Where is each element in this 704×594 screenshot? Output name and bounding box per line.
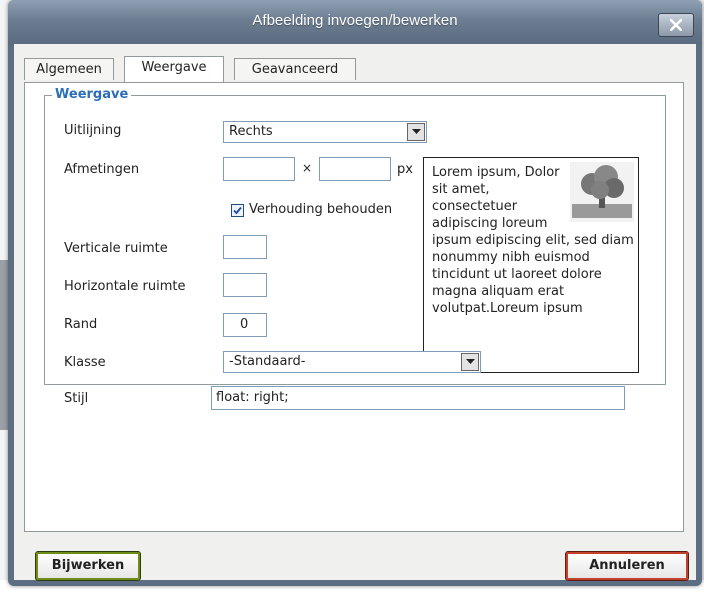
chevron-down-icon bbox=[411, 129, 421, 134]
alignment-select[interactable]: Rechts bbox=[223, 121, 427, 143]
tab-panel-weergave: Weergave Uitlijning Rechts Afmetingen × … bbox=[24, 82, 684, 532]
update-button[interactable]: Bijwerken bbox=[35, 551, 141, 581]
class-label: Klasse bbox=[64, 355, 106, 370]
hspace-input[interactable] bbox=[223, 273, 267, 297]
tab-algemeen[interactable]: Algemeen bbox=[24, 58, 114, 80]
image-dialog: Afbeelding invoegen/bewerken Algemeen We… bbox=[8, 0, 702, 586]
cancel-button[interactable]: Annuleren bbox=[565, 551, 689, 581]
close-button[interactable] bbox=[658, 13, 694, 37]
keep-ratio-label[interactable]: Verhouding behouden bbox=[249, 202, 392, 217]
dimensions-unit: px bbox=[397, 162, 413, 177]
vspace-label: Verticale ruimte bbox=[64, 241, 168, 256]
dialog-body: Algemeen Weergave Geavanceerd Weergave U… bbox=[14, 44, 696, 581]
style-label: Stijl bbox=[64, 391, 89, 406]
height-input[interactable] bbox=[319, 157, 391, 181]
keep-ratio-checkbox[interactable] bbox=[231, 204, 244, 217]
tree-image-icon bbox=[570, 162, 634, 222]
chevron-down-icon bbox=[465, 359, 475, 364]
class-select[interactable]: -Standaard- bbox=[223, 351, 481, 373]
dimensions-label: Afmetingen bbox=[64, 162, 140, 177]
class-dropdown-arrow[interactable] bbox=[461, 353, 479, 371]
fieldset-legend: Weergave bbox=[52, 87, 132, 102]
style-input[interactable]: float: right; bbox=[211, 386, 625, 410]
alignment-value: Rechts bbox=[229, 124, 273, 139]
checkmark-icon bbox=[233, 206, 242, 215]
vspace-input[interactable] bbox=[223, 235, 267, 259]
class-value: -Standaard- bbox=[229, 354, 306, 369]
alignment-label: Uitlijning bbox=[64, 123, 122, 138]
dimensions-separator: × bbox=[302, 161, 313, 175]
hspace-label: Horizontale ruimte bbox=[64, 279, 186, 294]
preview-box: Lorem ipsum, Dolor sit amet, consectetue… bbox=[423, 157, 639, 373]
width-input[interactable] bbox=[223, 157, 295, 181]
dialog-titlebar[interactable]: Afbeelding invoegen/bewerken bbox=[8, 0, 702, 44]
border-input[interactable]: 0 bbox=[223, 313, 267, 337]
dialog-title: Afbeelding invoegen/bewerken bbox=[252, 12, 458, 29]
tab-geavanceerd[interactable]: Geavanceerd bbox=[234, 58, 356, 80]
alignment-dropdown-arrow[interactable] bbox=[407, 123, 425, 141]
tab-weergave[interactable]: Weergave bbox=[124, 56, 224, 83]
close-icon bbox=[670, 19, 682, 31]
border-label: Rand bbox=[64, 317, 98, 332]
